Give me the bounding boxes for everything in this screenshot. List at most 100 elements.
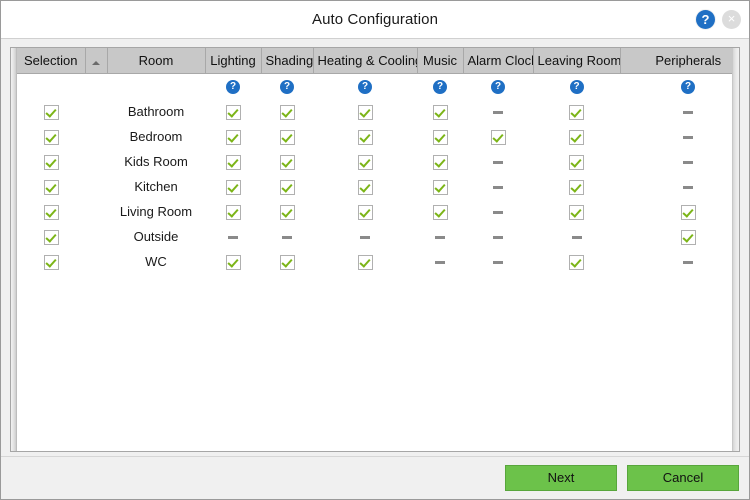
cell-lighting[interactable]	[205, 199, 261, 224]
checkbox-checked-icon[interactable]	[280, 205, 295, 220]
checkbox-checked-icon[interactable]	[569, 105, 584, 120]
checkbox-checked-icon[interactable]	[569, 205, 584, 220]
checkbox-checked-icon[interactable]	[433, 130, 448, 145]
help-cell-music[interactable]: ?	[417, 74, 463, 100]
help-circle-icon[interactable]: ?	[358, 80, 372, 94]
checkbox-checked-icon[interactable]	[358, 130, 373, 145]
checkbox-checked-icon[interactable]	[280, 180, 295, 195]
checkbox-checked-icon[interactable]	[433, 205, 448, 220]
checkbox-checked-icon[interactable]	[358, 180, 373, 195]
cell-lighting[interactable]	[205, 249, 261, 274]
help-circle-icon[interactable]: ?	[491, 80, 505, 94]
checkbox-checked-icon[interactable]	[280, 105, 295, 120]
checkbox-checked-icon[interactable]	[569, 130, 584, 145]
column-header-heating_cooling[interactable]: Heating & Cooling	[313, 48, 417, 74]
checkbox-checked-icon[interactable]	[569, 255, 584, 270]
cell-lighting[interactable]	[205, 124, 261, 149]
checkbox-checked-icon[interactable]	[491, 130, 506, 145]
cell-lighting[interactable]	[205, 149, 261, 174]
column-header-lighting[interactable]: Lighting	[205, 48, 261, 74]
cell-selection[interactable]	[17, 174, 85, 199]
cell-shading[interactable]	[261, 199, 313, 224]
column-header-leaving_room[interactable]: Leaving Room	[533, 48, 620, 74]
cancel-button[interactable]: Cancel	[627, 465, 739, 491]
checkbox-checked-icon[interactable]	[358, 155, 373, 170]
cell-leaving_room[interactable]	[533, 174, 620, 199]
cell-leaving_room[interactable]	[533, 124, 620, 149]
table-row[interactable]: Kitchen	[17, 174, 732, 199]
cell-heating_cooling[interactable]	[313, 174, 417, 199]
checkbox-checked-icon[interactable]	[226, 255, 241, 270]
cell-shading[interactable]	[261, 99, 313, 124]
table-row[interactable]: Bedroom	[17, 124, 732, 149]
cell-shading[interactable]	[261, 174, 313, 199]
checkbox-checked-icon[interactable]	[681, 230, 696, 245]
cell-heating_cooling[interactable]	[313, 149, 417, 174]
help-cell-shading[interactable]: ?	[261, 74, 313, 100]
checkbox-checked-icon[interactable]	[280, 255, 295, 270]
close-circle-icon[interactable]: ×	[722, 10, 741, 29]
checkbox-checked-icon[interactable]	[280, 130, 295, 145]
column-header-music[interactable]: Music	[417, 48, 463, 74]
table-row[interactable]: WC	[17, 249, 732, 274]
checkbox-checked-icon[interactable]	[44, 155, 59, 170]
checkbox-checked-icon[interactable]	[226, 180, 241, 195]
help-cell-lighting[interactable]: ?	[205, 74, 261, 100]
checkbox-checked-icon[interactable]	[44, 105, 59, 120]
cell-heating_cooling[interactable]	[313, 99, 417, 124]
sort-ascending-icon[interactable]	[85, 48, 107, 74]
cell-selection[interactable]	[17, 249, 85, 274]
checkbox-checked-icon[interactable]	[569, 180, 584, 195]
cell-heating_cooling[interactable]	[313, 249, 417, 274]
cell-music[interactable]	[417, 99, 463, 124]
help-cell-peripherals[interactable]: ?	[620, 74, 732, 100]
help-circle-icon[interactable]: ?	[570, 80, 584, 94]
checkbox-checked-icon[interactable]	[44, 230, 59, 245]
checkbox-checked-icon[interactable]	[358, 205, 373, 220]
column-header-alarm_clock[interactable]: Alarm Clock	[463, 48, 533, 74]
cell-leaving_room[interactable]	[533, 199, 620, 224]
checkbox-checked-icon[interactable]	[280, 155, 295, 170]
table-row[interactable]: Bathroom	[17, 99, 732, 124]
checkbox-checked-icon[interactable]	[681, 205, 696, 220]
cell-leaving_room[interactable]	[533, 149, 620, 174]
help-circle-icon[interactable]: ?	[280, 80, 294, 94]
cell-alarm_clock[interactable]	[463, 124, 533, 149]
cell-shading[interactable]	[261, 249, 313, 274]
cell-shading[interactable]	[261, 149, 313, 174]
checkbox-checked-icon[interactable]	[433, 105, 448, 120]
cell-heating_cooling[interactable]	[313, 199, 417, 224]
column-header-peripherals[interactable]: Peripherals	[620, 48, 732, 74]
cell-lighting[interactable]	[205, 99, 261, 124]
checkbox-checked-icon[interactable]	[226, 155, 241, 170]
checkbox-checked-icon[interactable]	[44, 255, 59, 270]
cell-selection[interactable]	[17, 224, 85, 249]
next-button[interactable]: Next	[505, 465, 617, 491]
cell-selection[interactable]	[17, 124, 85, 149]
checkbox-checked-icon[interactable]	[226, 205, 241, 220]
checkbox-checked-icon[interactable]	[44, 180, 59, 195]
table-row[interactable]: Kids Room	[17, 149, 732, 174]
checkbox-checked-icon[interactable]	[433, 180, 448, 195]
checkbox-checked-icon[interactable]	[226, 130, 241, 145]
cell-lighting[interactable]	[205, 174, 261, 199]
help-cell-heating_cooling[interactable]: ?	[313, 74, 417, 100]
cell-selection[interactable]	[17, 199, 85, 224]
cell-heating_cooling[interactable]	[313, 124, 417, 149]
cell-music[interactable]	[417, 124, 463, 149]
column-header-room[interactable]: Room	[107, 48, 205, 74]
table-row[interactable]: Outside	[17, 224, 732, 249]
checkbox-checked-icon[interactable]	[226, 105, 241, 120]
column-header-selection[interactable]: Selection	[17, 48, 85, 74]
help-cell-alarm_clock[interactable]: ?	[463, 74, 533, 100]
checkbox-checked-icon[interactable]	[44, 205, 59, 220]
cell-music[interactable]	[417, 149, 463, 174]
table-row[interactable]: Living Room	[17, 199, 732, 224]
checkbox-checked-icon[interactable]	[569, 155, 584, 170]
help-circle-icon[interactable]: ?	[433, 80, 447, 94]
cell-peripherals[interactable]	[620, 224, 732, 249]
cell-music[interactable]	[417, 199, 463, 224]
checkbox-checked-icon[interactable]	[44, 130, 59, 145]
help-cell-leaving_room[interactable]: ?	[533, 74, 620, 100]
cell-peripherals[interactable]	[620, 199, 732, 224]
